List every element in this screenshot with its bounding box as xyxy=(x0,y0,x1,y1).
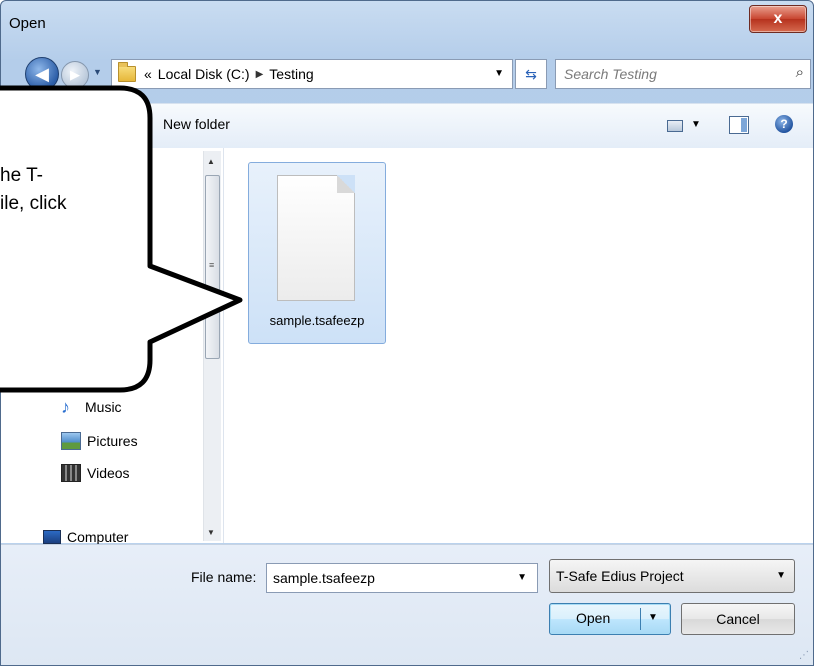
nav-item-videos[interactable]: Videos xyxy=(61,464,130,482)
file-type-value: T-Safe Edius Project xyxy=(556,568,684,584)
forward-arrow-icon: ▶ xyxy=(70,67,80,82)
open-button-label: Open xyxy=(576,610,611,626)
music-icon: ♪ xyxy=(61,397,70,417)
recent-locations-dropdown[interactable]: ▼ xyxy=(93,67,102,77)
search-input[interactable]: Search Testing ⌕ xyxy=(555,59,811,89)
file-item[interactable]: sample.tsafeezp xyxy=(248,162,386,344)
views-icon[interactable] xyxy=(667,120,683,132)
close-button[interactable]: x xyxy=(749,5,807,33)
address-prefix: « xyxy=(144,66,152,82)
nav-scrollbar[interactable]: ▲ ≡ ▼ xyxy=(203,151,221,541)
document-icon xyxy=(277,175,355,301)
help-icon[interactable]: ? xyxy=(775,115,793,133)
videos-icon xyxy=(61,464,81,482)
computer-icon xyxy=(43,530,61,544)
file-item-label: sample.tsafeezp xyxy=(269,313,365,328)
folder-icon xyxy=(118,62,136,82)
nav-item-pictures[interactable]: Pictures xyxy=(61,432,138,450)
nav-item-label: Videos xyxy=(87,465,130,481)
nav-item-label: Pictures xyxy=(87,433,138,449)
forward-button[interactable]: ▶ xyxy=(61,61,89,89)
new-folder-button[interactable]: New folder xyxy=(163,116,230,132)
nav-item-partial[interactable]: s xyxy=(123,242,130,258)
file-type-dropdown-icon[interactable]: ▼ xyxy=(776,570,786,581)
file-name-value[interactable]: sample.tsafeezp xyxy=(273,570,375,586)
file-type-select[interactable]: T-Safe Edius Project ▼ xyxy=(549,559,795,593)
file-name-label: File name: xyxy=(191,569,257,585)
refresh-button[interactable]: ⇆ xyxy=(515,59,547,89)
nav-item-computer[interactable]: Computer xyxy=(43,529,128,545)
preview-pane-icon[interactable] xyxy=(729,116,749,134)
address-bar[interactable]: « Local Disk (C:) ▶ Testing ▼ xyxy=(111,59,513,89)
address-dropdown-icon[interactable]: ▼ xyxy=(494,68,504,79)
callout-line: ile, click xyxy=(0,193,67,214)
file-list: sample.tsafeezp xyxy=(224,148,813,543)
cancel-button[interactable]: Cancel xyxy=(681,603,795,635)
scroll-grip-icon: ≡ xyxy=(209,260,215,270)
command-bar: New folder ▼ ? xyxy=(1,103,813,149)
back-arrow-icon: ◀ xyxy=(35,63,49,84)
nav-item-music[interactable]: ♪ Music xyxy=(61,397,122,417)
breadcrumb-testing[interactable]: Testing xyxy=(269,66,313,82)
callout-text: he T- ile, click xyxy=(0,162,150,218)
file-name-dropdown-icon[interactable]: ▼ xyxy=(517,572,527,583)
scroll-thumb[interactable]: ≡ xyxy=(205,175,220,359)
breadcrumb-separator[interactable]: ▶ xyxy=(256,69,264,80)
search-placeholder: Search Testing xyxy=(564,66,657,82)
file-name-input[interactable]: sample.tsafeezp ▼ xyxy=(266,563,538,593)
open-dialog: Open x ◀ ▶ ▼ « Local Disk (C:) ▶ Testing… xyxy=(0,0,814,666)
split-divider xyxy=(640,608,641,630)
refresh-icon: ⇆ xyxy=(525,65,537,82)
scroll-down-icon[interactable]: ▼ xyxy=(207,528,215,537)
views-dropdown-icon[interactable]: ▼ xyxy=(691,119,701,130)
resize-grip-icon[interactable]: ⋰ xyxy=(799,650,809,661)
nav-item-label: Music xyxy=(85,399,122,415)
pictures-icon xyxy=(61,432,81,450)
back-button[interactable]: ◀ xyxy=(25,57,59,91)
breadcrumb-local-disk[interactable]: Local Disk (C:) xyxy=(158,66,250,82)
nav-item-label: Computer xyxy=(67,529,129,545)
search-icon[interactable]: ⌕ xyxy=(796,64,804,81)
open-options-dropdown-icon[interactable]: ▼ xyxy=(648,612,658,623)
scroll-up-icon[interactable]: ▲ xyxy=(207,157,215,166)
callout-line: he T- xyxy=(0,165,43,186)
open-button[interactable]: Open ▼ xyxy=(549,603,671,635)
window-title: Open xyxy=(9,15,46,32)
nav-item-partial[interactable]: ents xyxy=(109,370,135,386)
